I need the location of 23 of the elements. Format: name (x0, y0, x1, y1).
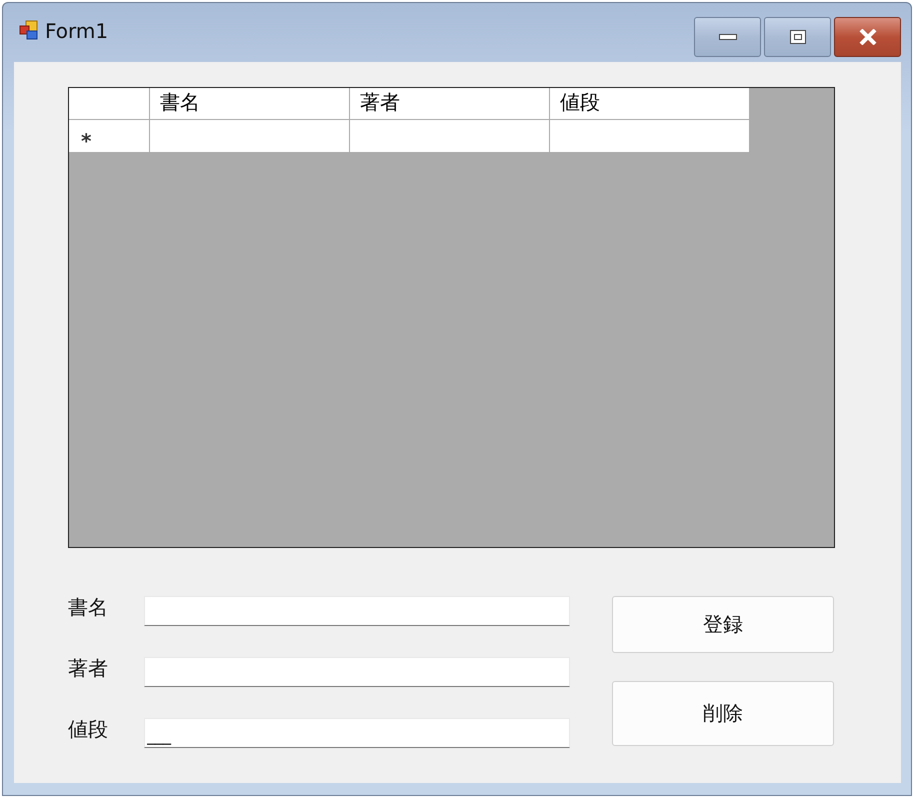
column-header[interactable]: 書名 (150, 88, 350, 120)
window-title: Form1 (45, 18, 108, 42)
maximize-button[interactable] (764, 17, 831, 57)
row-header[interactable]: * (69, 120, 150, 153)
close-icon (858, 29, 878, 45)
minimize-icon (718, 33, 736, 41)
input-field[interactable] (144, 657, 570, 687)
form-button[interactable]: 削除 (612, 681, 834, 746)
app-icon (19, 20, 39, 40)
table-cell[interactable] (350, 120, 550, 153)
input-field[interactable] (144, 596, 570, 626)
table-cell[interactable] (550, 120, 750, 153)
field-label: 値段 (68, 716, 109, 742)
column-header[interactable]: 著者 (350, 88, 550, 120)
form-button[interactable]: 登録 (612, 596, 834, 653)
table-cell[interactable] (150, 120, 350, 153)
maximize-icon (790, 30, 806, 44)
field-label: 書名 (68, 594, 109, 620)
field-label: 著者 (68, 654, 109, 682)
close-button[interactable] (834, 17, 901, 57)
input-field[interactable]: ___ (144, 718, 570, 748)
minimize-button[interactable] (694, 17, 761, 57)
column-header[interactable]: 値段 (550, 88, 750, 120)
